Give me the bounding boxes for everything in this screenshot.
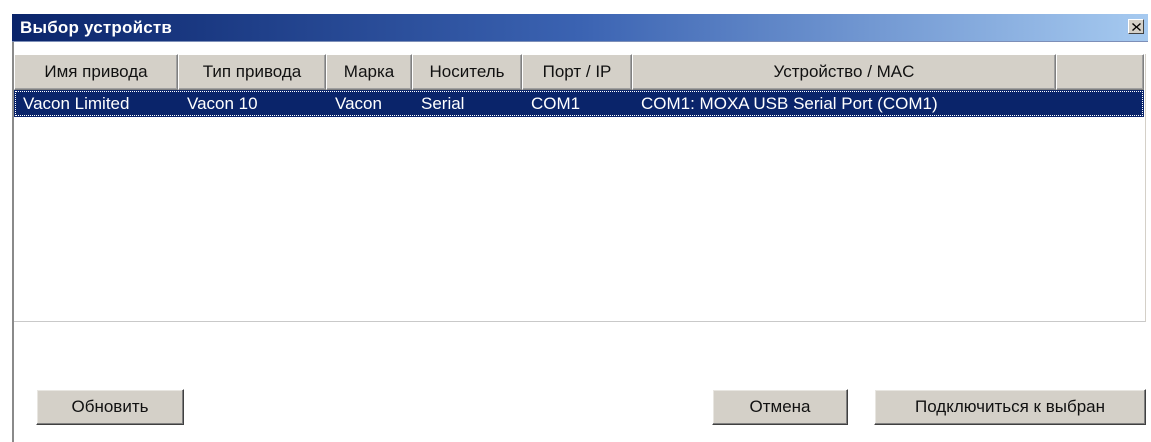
cell-drive-name: Vacon Limited bbox=[23, 94, 130, 113]
column-header-medium[interactable]: Носитель bbox=[412, 54, 522, 90]
grid-rows: Vacon Limited Vacon 10 Vacon Serial COM1… bbox=[14, 90, 1144, 117]
title-bar[interactable]: Выбор устройств bbox=[12, 14, 1148, 42]
cell-extra bbox=[1056, 90, 1144, 117]
close-icon bbox=[1132, 23, 1141, 31]
device-selection-window: Выбор устройств Имя привода Тип привода … bbox=[0, 0, 1151, 442]
cell-port-ip: COM1 bbox=[531, 94, 581, 113]
refresh-button[interactable]: Обновить bbox=[36, 389, 184, 425]
column-header-port-ip[interactable]: Порт / IP bbox=[522, 54, 632, 90]
cell-medium: Serial bbox=[421, 94, 465, 113]
dialog-body: Имя привода Тип привода Марка Носитель П… bbox=[12, 42, 1148, 442]
table-row[interactable]: Vacon Limited Vacon 10 Vacon Serial COM1… bbox=[14, 90, 1144, 117]
device-grid[interactable]: Имя привода Тип привода Марка Носитель П… bbox=[14, 54, 1146, 322]
cell-device-mac: COM1: MOXA USB Serial Port (COM1) bbox=[641, 94, 938, 113]
close-button[interactable] bbox=[1128, 19, 1144, 34]
window-title: Выбор устройств bbox=[20, 18, 173, 37]
column-header-brand[interactable]: Марка bbox=[326, 54, 412, 90]
column-header-device-mac[interactable]: Устройство / MAC bbox=[632, 54, 1056, 90]
grid-header: Имя привода Тип привода Марка Носитель П… bbox=[14, 54, 1144, 90]
column-header-extra[interactable] bbox=[1056, 54, 1144, 90]
column-header-drive-type[interactable]: Тип привода bbox=[178, 54, 326, 90]
connect-selected-button[interactable]: Подключиться к выбран bbox=[874, 389, 1146, 425]
cell-brand: Vacon bbox=[335, 94, 382, 113]
window-top-margin bbox=[0, 0, 1151, 14]
cell-drive-type: Vacon 10 bbox=[187, 94, 258, 113]
column-header-drive-name[interactable]: Имя привода bbox=[14, 54, 178, 90]
cancel-button[interactable]: Отмена bbox=[712, 389, 848, 425]
